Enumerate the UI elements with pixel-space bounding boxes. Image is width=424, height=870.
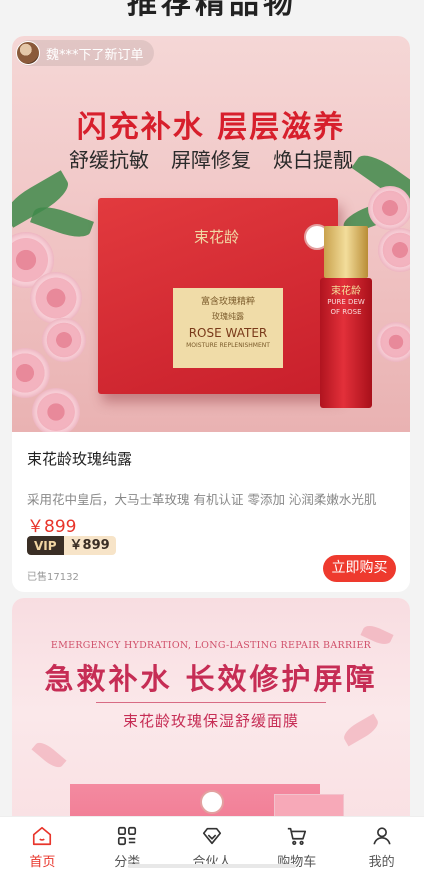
- rose-decoration: [42, 318, 86, 362]
- box-brand: 束花龄: [194, 228, 240, 246]
- rose-decoration: [30, 272, 82, 324]
- vip-tag: VIP: [27, 536, 64, 555]
- order-notice-text: 魏***下了新订单: [46, 47, 144, 63]
- tab-profile[interactable]: 我的: [339, 817, 424, 870]
- buy-now-button[interactable]: 立即购买: [323, 555, 396, 582]
- product-name[interactable]: 束花龄玫瑰纯露: [27, 448, 132, 469]
- tab-category[interactable]: 分类: [85, 817, 170, 870]
- rose-decoration: [368, 186, 410, 230]
- rose-decoration: [32, 388, 80, 432]
- banner-product-name: 束花龄玫瑰保湿舒缓面膜: [122, 712, 299, 730]
- vip-price: ￥899: [63, 536, 116, 555]
- product-banner-image[interactable]: EMERGENCY HYDRATION, LONG-LASTING REPAIR…: [12, 598, 410, 828]
- box-line: MOISTURE REPLENISHMENT: [186, 342, 270, 349]
- product-banner-image[interactable]: 魏***下了新订单 闪充补水 层层滋养 舒缓抗敏 屏障修复 焕白提靓 束花龄 富…: [12, 36, 410, 432]
- box-line: 玫瑰纯露: [212, 312, 244, 321]
- box-line: 富含玫瑰精粹: [200, 297, 255, 307]
- diamond-icon: [202, 827, 222, 845]
- rose-decoration: [378, 228, 410, 272]
- product-info: 束花龄玫瑰纯露 采用花中皇后，大马士革玫瑰 有机认证 零添加 沁润柔嫩水光肌 ￥…: [12, 432, 410, 592]
- bottom-tab-bar: 首页 分类 合伙人 购物车 我的: [0, 816, 424, 870]
- category-icon: [118, 826, 137, 846]
- bottle-label: PURE DEW OF ROSE: [327, 298, 365, 316]
- product-bottle: 束花龄 PURE DEW OF ROSE: [320, 226, 372, 408]
- tab-cart[interactable]: 购物车: [254, 817, 339, 870]
- box-label: 富含玫瑰精粹 玫瑰纯露 ROSE WATER MOISTURE REPLENIS…: [173, 288, 283, 368]
- home-indicator: [128, 864, 296, 868]
- banner-slogan: 急救补水 长效修护屏障: [44, 662, 378, 696]
- cart-icon: [287, 827, 306, 845]
- order-notice: 魏***下了新订单: [16, 40, 154, 66]
- product-description: 采用花中皇后，大马士革玫瑰 有机认证 零添加 沁润柔嫩水光肌: [27, 492, 377, 507]
- bottle-brand: 束花龄: [331, 286, 361, 297]
- avatar: [16, 41, 40, 65]
- tab-partner[interactable]: 合伙人: [170, 817, 255, 870]
- section-title: 推荐精品物: [127, 0, 297, 21]
- banner-feature: 焕白提靓: [273, 148, 353, 172]
- petal-decoration: [31, 738, 67, 772]
- product-price: ￥899: [27, 517, 77, 537]
- banner-feature: 舒缓抗敏: [69, 148, 149, 172]
- bottle-cap: [324, 226, 368, 278]
- banner-feature: 屏障修复: [171, 148, 251, 172]
- sold-count: 已售17132: [27, 572, 79, 583]
- product-card[interactable]: 魏***下了新订单 闪充补水 层层滋养 舒缓抗敏 屏障修复 焕白提靓 束花龄 富…: [12, 36, 410, 592]
- brand-badge-icon: [200, 790, 224, 814]
- vip-price-badge: VIP ￥899: [27, 536, 116, 555]
- banner-english-tagline: EMERGENCY HYDRATION, LONG-LASTING REPAIR…: [50, 640, 372, 651]
- rose-decoration: [376, 322, 410, 362]
- banner-slogan: 闪充补水 层层滋养: [76, 110, 346, 145]
- box-line: ROSE WATER: [188, 326, 268, 340]
- divider: [96, 702, 326, 703]
- gift-box: 束花龄 富含玫瑰精粹 玫瑰纯露 ROSE WATER MOISTURE REPL…: [98, 198, 338, 394]
- tab-home[interactable]: 首页: [0, 817, 85, 870]
- tab-label: 我的: [368, 855, 395, 870]
- product-card[interactable]: EMERGENCY HYDRATION, LONG-LASTING REPAIR…: [12, 598, 410, 828]
- user-icon: [372, 827, 391, 845]
- banner-features: 舒缓抗敏 屏障修复 焕白提靓: [12, 144, 410, 173]
- page: 推荐精品物 魏***下了新订单 闪充补水 层层滋养 舒缓抗敏 屏障修复 焕白提靓: [0, 0, 424, 870]
- home-icon: [33, 826, 52, 846]
- tab-label: 首页: [29, 855, 56, 870]
